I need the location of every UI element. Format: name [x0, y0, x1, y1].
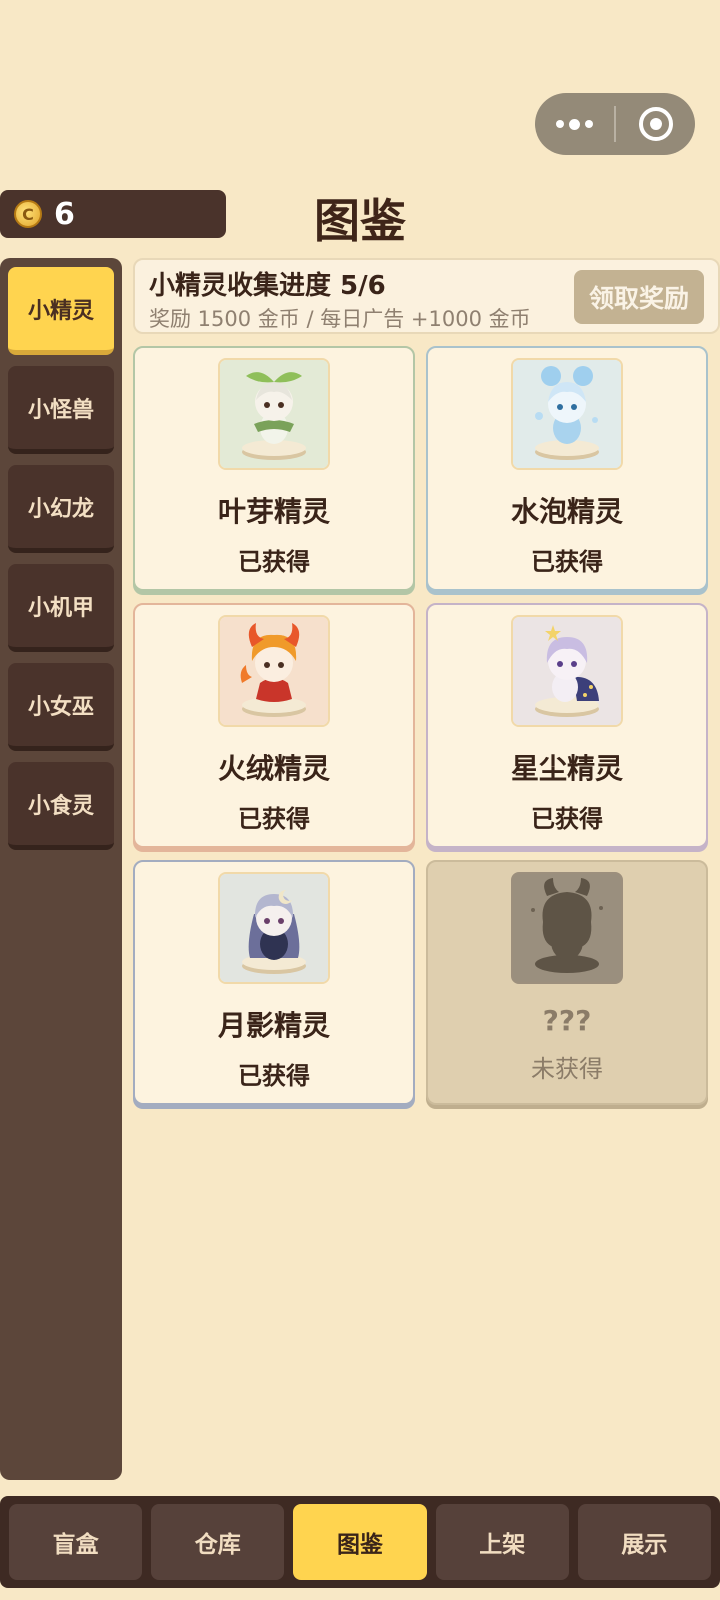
- card-status: 已获得: [238, 548, 310, 576]
- coin-balance: C 6: [0, 190, 226, 238]
- fire-sprite-portrait: [218, 615, 330, 727]
- card-name: 火绒精灵: [217, 752, 330, 785]
- progress-title: 小精灵收集进度 5/6: [149, 271, 386, 301]
- collection-card[interactable]: 叶芽精灵 已获得: [133, 346, 415, 591]
- target-icon: [638, 107, 673, 141]
- sidebar-item-mechs[interactable]: 小机甲: [8, 564, 114, 652]
- close-miniprogram-button[interactable]: [616, 93, 695, 155]
- card-status: 已获得: [531, 548, 603, 576]
- tab-warehouse[interactable]: 仓库: [151, 1504, 285, 1580]
- sidebar-item-sprites[interactable]: 小精灵: [8, 267, 114, 355]
- collection-card-locked[interactable]: ??? 未获得: [426, 860, 708, 1105]
- reward-description: 奖励 1500 金币 / 每日广告 +1000 金币: [149, 307, 531, 331]
- coin-count: 6: [54, 196, 75, 232]
- mini-program-capsule: [535, 93, 695, 155]
- card-name: ???: [542, 1004, 592, 1037]
- coin-icon: C: [14, 200, 42, 228]
- tab-shelf[interactable]: 上架: [435, 1504, 569, 1580]
- sidebar-item-food-spirits[interactable]: 小食灵: [8, 762, 114, 850]
- tab-collection[interactable]: 图鉴: [293, 1504, 427, 1580]
- card-name: 月影精灵: [217, 1009, 330, 1042]
- moon-sprite-portrait: [218, 872, 330, 984]
- tab-blind-box[interactable]: 盲盒: [9, 1504, 143, 1580]
- collection-card[interactable]: 水泡精灵 已获得: [426, 346, 708, 591]
- stardust-sprite-portrait: [511, 615, 623, 727]
- bottom-nav: 盲盒 仓库 图鉴 上架 展示: [0, 1496, 720, 1588]
- card-status: 已获得: [238, 805, 310, 833]
- card-name: 叶芽精灵: [217, 495, 330, 528]
- collection-card[interactable]: 月影精灵 已获得: [133, 860, 415, 1105]
- bubble-sprite-portrait: [511, 358, 623, 470]
- collection-card[interactable]: 火绒精灵 已获得: [133, 603, 415, 848]
- sidebar-item-monsters[interactable]: 小怪兽: [8, 366, 114, 454]
- collection-card[interactable]: 星尘精灵 已获得: [426, 603, 708, 848]
- more-menu-button[interactable]: [535, 93, 614, 155]
- sidebar-item-dragons[interactable]: 小幻龙: [8, 465, 114, 553]
- card-status: 已获得: [531, 805, 603, 833]
- sidebar-item-witches[interactable]: 小女巫: [8, 663, 114, 751]
- collection-progress-card: 小精灵收集进度 5/6 奖励 1500 金币 / 每日广告 +1000 金币 领…: [133, 258, 720, 334]
- card-name: 星尘精灵: [510, 752, 623, 785]
- card-name: 水泡精灵: [510, 495, 623, 528]
- card-status: 未获得: [531, 1055, 603, 1083]
- claim-reward-button[interactable]: 领取奖励: [574, 270, 704, 324]
- tab-showcase[interactable]: 展示: [577, 1504, 712, 1580]
- more-dots-icon: [556, 118, 593, 130]
- card-status: 已获得: [238, 1062, 310, 1090]
- leaf-sprite-portrait: [218, 358, 330, 470]
- category-sidebar: 小精灵 小怪兽 小幻龙 小机甲 小女巫 小食灵: [0, 258, 122, 1480]
- page-title: 图鉴: [314, 194, 406, 248]
- locked-silhouette: [511, 872, 623, 984]
